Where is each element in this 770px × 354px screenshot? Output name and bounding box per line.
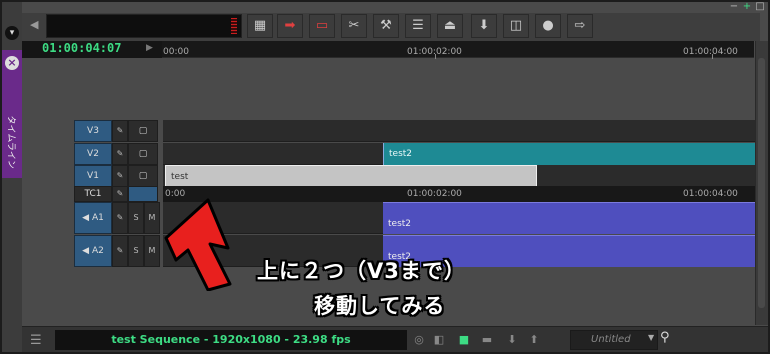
ruler-tick-mark — [712, 54, 713, 59]
close-icon[interactable]: × — [5, 56, 19, 70]
camera-icon[interactable]: ■ — [455, 331, 473, 349]
record-icon[interactable]: ● — [535, 14, 561, 38]
current-timecode[interactable]: 01:00:04:07 — [42, 41, 121, 55]
pen-icon[interactable]: ✎ — [112, 186, 128, 202]
export-icon[interactable]: ⇨ — [567, 14, 593, 38]
track-header-v2[interactable]: V2 — [74, 143, 112, 165]
ruler-tick-mark — [435, 54, 436, 59]
track-header-v3[interactable]: V3 — [74, 120, 112, 142]
timeline-panel-tab[interactable]: × タイムライン — [2, 50, 22, 178]
speaker-icon: ◀ — [82, 246, 92, 256]
eject-icon[interactable]: ⏏ — [437, 14, 463, 38]
monitor-down-icon[interactable]: ⬇ — [471, 14, 497, 38]
pen-icon[interactable]: ✎ — [112, 143, 128, 165]
panel-menu-button[interactable]: ▾ — [5, 26, 19, 40]
panel-tab-label: タイムライン — [5, 115, 16, 169]
clip-test[interactable]: test — [165, 165, 537, 187]
pen-icon[interactable]: ✎ — [112, 235, 128, 267]
audio-meter — [231, 18, 237, 34]
annotation-text-line1: 上に２つ（V3まで） — [257, 259, 466, 283]
vertical-scrollbar-thumb[interactable] — [758, 58, 765, 308]
pen-icon[interactable]: ✎ — [112, 165, 128, 187]
track-name: A1 — [91, 213, 104, 223]
solo-button[interactable]: S — [128, 235, 144, 267]
solo-button[interactable]: S — [128, 202, 144, 234]
hamburger-icon[interactable]: ☰ — [30, 333, 42, 348]
sync-icon[interactable]: ◎ — [410, 331, 428, 349]
monitor-icon[interactable]: ▢ — [128, 120, 158, 142]
clip-test2[interactable]: test2 — [383, 143, 755, 165]
bin-select[interactable]: Untitled — [570, 330, 658, 350]
tc-tick-label: 01:00:04:00 — [683, 189, 738, 199]
track-lane-v3[interactable] — [163, 120, 755, 142]
track-header-v1[interactable]: V1 — [74, 165, 112, 187]
maximize-icon[interactable]: □ — [754, 2, 766, 12]
display-icon[interactable]: ▬ — [478, 331, 496, 349]
timecode-monitor — [46, 14, 242, 38]
arrow-up-icon[interactable]: ⬆ — [525, 331, 543, 349]
extract-icon[interactable]: ☰ — [405, 14, 431, 38]
add-panel-icon[interactable]: + — [741, 2, 753, 12]
track-header-a2[interactable]: ◀ A2 — [74, 235, 112, 267]
scissors-icon[interactable]: ✂ — [341, 14, 367, 38]
track-name: A2 — [91, 246, 104, 256]
layout-icon[interactable]: ◧ — [430, 331, 448, 349]
monitor-icon[interactable]: ▢ — [128, 165, 158, 187]
tc-monitor-toggle[interactable] — [128, 186, 158, 202]
chevron-down-icon[interactable]: ▼ — [648, 333, 654, 342]
sequence-info: test Sequence - 1920x1080 - 23.98 fps — [55, 330, 407, 350]
pen-icon[interactable]: ✎ — [112, 202, 128, 234]
speaker-icon: ◀ — [82, 213, 92, 223]
track-header-tc1[interactable]: TC1 — [74, 186, 112, 202]
arrow-down-icon[interactable]: ⬇ — [503, 331, 521, 349]
track-header-a1[interactable]: ◀ A1 — [74, 202, 112, 234]
annotation-arrow-icon — [164, 198, 232, 291]
ruler-tick-label: 01:00:04:00 — [683, 47, 738, 57]
filmstrip-icon[interactable]: ▦ — [247, 14, 273, 38]
ruler-tick-label: 00:00 — [163, 47, 189, 57]
search-icon[interactable]: ⚲ — [660, 330, 676, 348]
overwrite-icon[interactable]: ▭ — [309, 14, 335, 38]
lift-icon[interactable]: ⚒ — [373, 14, 399, 38]
split-icon[interactable]: ◫ — [503, 14, 529, 38]
monitor-icon[interactable]: ▢ — [128, 143, 158, 165]
play-icon[interactable]: ▶ — [146, 43, 153, 53]
audio-clip-test2[interactable]: test2 — [383, 202, 755, 234]
speaker-icon[interactable]: ◀ — [30, 18, 38, 31]
minimize-icon[interactable]: − — [728, 2, 740, 12]
annotation-text-line2: 移動してみる — [314, 294, 446, 318]
pen-icon[interactable]: ✎ — [112, 120, 128, 142]
insert-arrow-icon[interactable]: ➡ — [277, 14, 303, 38]
tc-tick-label: 01:00:02:00 — [407, 189, 462, 199]
